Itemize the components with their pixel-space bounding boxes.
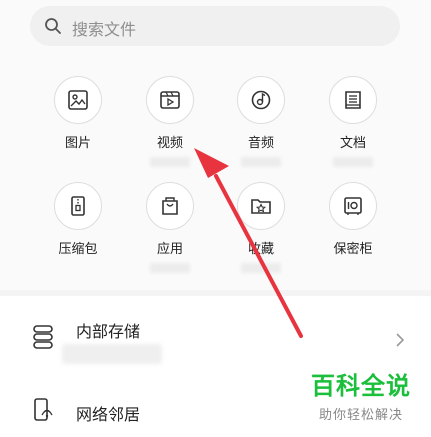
video-icon [146,76,194,124]
search-placeholder: 搜索文件 [72,20,137,39]
blurred-count [333,157,373,167]
watermark-title: 百科全说 [311,372,411,400]
location-internal-storage[interactable]: 内部存储 [0,300,431,380]
watermark: 百科全说 助你轻松解决 [305,372,417,423]
storage-icon [33,325,53,349]
location-title: 网络邻居 [76,405,141,424]
network-neighbor-icon [34,398,53,421]
app-bag-icon [146,182,194,230]
search-bar[interactable]: 搜索文件 [30,6,400,46]
blurred-count [150,263,190,273]
category-apps[interactable]: 应用 [125,182,215,273]
category-archives[interactable]: 压缩包 [33,182,123,257]
category-favorites[interactable]: 收藏 [216,182,306,273]
category-label: 图片 [64,136,91,151]
location-title: 内部存储 [76,322,141,341]
category-videos[interactable]: 视频 [125,76,215,167]
watermark-subtitle: 助你轻松解决 [318,408,403,423]
chevron-right-icon [396,333,405,347]
category-documents[interactable]: 文档 [308,76,398,167]
favorites-folder-icon [237,182,285,230]
category-label: 音频 [247,136,274,151]
blurred-count [241,263,281,273]
audio-icon [237,76,285,124]
category-images[interactable]: 图片 [33,76,123,151]
category-label: 保密柜 [333,242,373,257]
category-label: 收藏 [247,242,274,257]
section-divider [0,290,431,296]
blurred-storage-info [62,344,162,364]
search-icon [45,18,61,34]
zip-icon [54,182,102,230]
category-label: 文档 [339,136,366,151]
blurred-count [150,157,190,167]
category-label: 视频 [156,136,183,151]
image-icon [54,76,102,124]
category-label: 应用 [156,242,183,257]
blurred-count [241,157,281,167]
document-icon [329,76,377,124]
category-label: 压缩包 [58,242,98,257]
category-safe[interactable]: 保密柜 [308,182,398,257]
category-audio[interactable]: 音频 [216,76,306,167]
safe-icon [329,182,377,230]
